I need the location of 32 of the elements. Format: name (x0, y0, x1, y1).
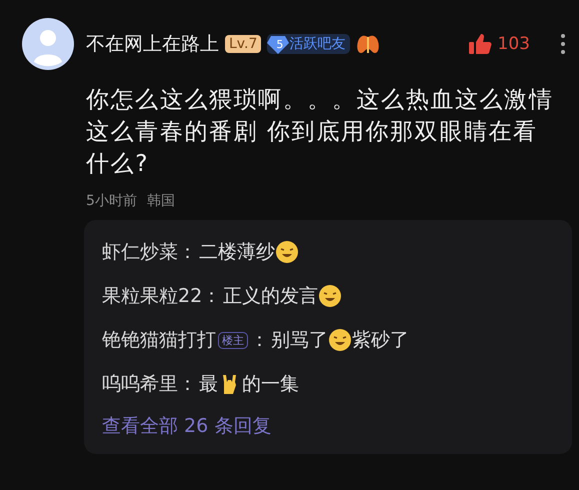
gamepad-icon (356, 33, 380, 55)
reply-text: 最 (199, 372, 218, 397)
thumbs-up-icon (468, 32, 492, 56)
username[interactable]: 不在网上在路上 (86, 31, 219, 57)
view-all-replies-link[interactable]: 查看全部 26 条回复 (102, 406, 272, 446)
reply-author[interactable]: 铯铯猫猫打打 (102, 327, 216, 353)
colon: ： (178, 372, 197, 397)
location: 韩国 (146, 192, 175, 210)
reply-text: 紫砂了 (352, 328, 409, 353)
level-badge: Lv.7 (225, 35, 262, 53)
avatar-icon (22, 18, 74, 70)
more-icon (560, 33, 566, 55)
reply-text: 别骂了 (271, 328, 328, 353)
emoji-face-icon (328, 328, 352, 352)
reply-text: 的一集 (242, 372, 299, 397)
colon: ： (178, 240, 197, 265)
badge-label: 活跃吧友 (289, 35, 346, 53)
timestamp: 5小时前 (86, 192, 137, 210)
comment-text: 你怎么这么猥琐啊。。。这么热血这么激情这么青春的番剧 你到底用你那双眼睛在看什么? (86, 86, 554, 179)
reply-author[interactable]: 虾仁炒菜 (102, 239, 178, 265)
badge-number: 5 (276, 38, 284, 50)
reply-text: 正义的发言 (223, 284, 318, 309)
emoji-face-icon (275, 240, 299, 264)
colon: ： (202, 284, 222, 309)
reply-author[interactable]: 果粒果粒22 (102, 283, 202, 309)
reply-text: 二楼薄纱 (199, 240, 275, 265)
reply-author[interactable]: 呜呜希里 (102, 371, 178, 397)
emoji-face-icon (318, 284, 342, 308)
op-badge: 楼主 (218, 332, 248, 348)
gem-icon (267, 34, 290, 54)
like-count: 103 (498, 34, 530, 54)
colon: ： (250, 328, 269, 353)
